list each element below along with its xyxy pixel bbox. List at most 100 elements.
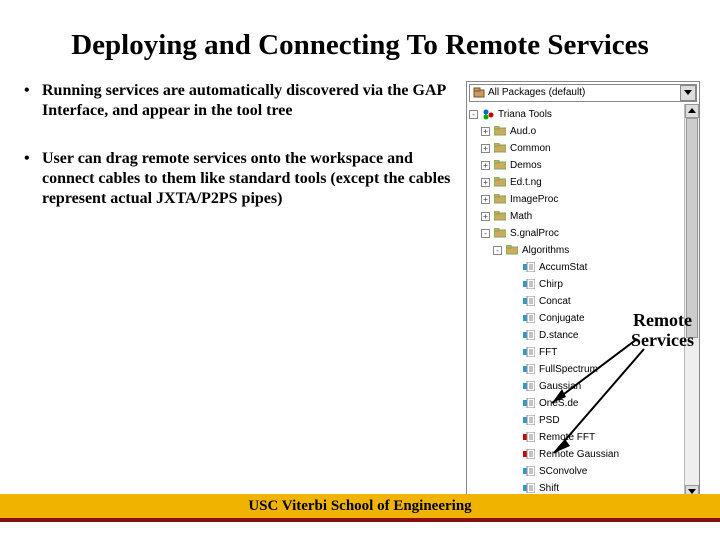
annotation-line: Services (631, 331, 694, 351)
chevron-down-icon (684, 89, 692, 97)
tool-icon (522, 397, 536, 409)
root-icon (481, 108, 495, 120)
tree-label: FFT (539, 347, 557, 358)
expand-icon[interactable]: + (481, 212, 490, 221)
tree-leaf[interactable]: Remote FFT (467, 429, 699, 446)
tree-label: FullSpectrum (539, 364, 598, 375)
folder-icon (493, 125, 507, 137)
bullet-text: User can drag remote services onto the w… (42, 149, 456, 209)
tree-label: SConvolve (539, 466, 587, 477)
package-dropdown[interactable]: All Packages (default) (469, 84, 697, 102)
folder-icon (493, 159, 507, 171)
tool-icon (522, 278, 536, 290)
folder-icon (505, 244, 519, 256)
footer-text: USC Viterbi School of Engineering (0, 494, 720, 518)
tree-leaf[interactable]: FullSpectrum (467, 361, 699, 378)
tree-label: Gaussian (539, 381, 581, 392)
tree-label: Chirp (539, 279, 563, 290)
tree-label: Math (510, 211, 532, 222)
tree-leaf[interactable]: Chirp (467, 276, 699, 293)
tool-icon (522, 482, 536, 494)
tree-label: Concat (539, 296, 571, 307)
remote-tool-icon (522, 448, 536, 460)
tree-label: Conjugate (539, 313, 585, 324)
folder-icon (493, 176, 507, 188)
tool-icon (522, 329, 536, 341)
tree-folder[interactable]: + Demos (467, 157, 699, 174)
collapse-icon[interactable]: - (493, 246, 502, 255)
expand-icon[interactable]: + (481, 161, 490, 170)
tool-tree-panel: All Packages (default) - Triana Tools + … (466, 81, 700, 500)
annotation-line: Remote (631, 311, 694, 331)
tool-icon (522, 346, 536, 358)
tool-icon (522, 295, 536, 307)
tree-label: OneS.de (539, 398, 578, 409)
tree-folder[interactable]: + Common (467, 140, 699, 157)
expand-icon[interactable]: + (481, 195, 490, 204)
footer-divider (0, 518, 720, 522)
tree-folder[interactable]: - Algorithms (467, 242, 699, 259)
tree-leaf[interactable]: SConvolve (467, 463, 699, 480)
tree-label: S.gnalProc (510, 228, 559, 239)
scrollbar-thumb[interactable] (686, 118, 698, 338)
bullet-dot: • (20, 81, 42, 121)
folder-icon (493, 142, 507, 154)
tree-label: Shift (539, 483, 559, 494)
expand-icon[interactable]: + (481, 144, 490, 153)
tool-icon (522, 414, 536, 426)
tree-leaf[interactable]: Concat (467, 293, 699, 310)
remote-tool-icon (522, 431, 536, 443)
tree-label: Remote Gaussian (539, 449, 619, 460)
content-area: • Running services are automatically dis… (0, 71, 720, 500)
tree-folder[interactable]: + Math (467, 208, 699, 225)
tree-folder[interactable]: + ImageProc (467, 191, 699, 208)
tool-icon (522, 261, 536, 273)
bullet-item: • Running services are automatically dis… (20, 81, 456, 121)
vertical-scrollbar[interactable] (684, 104, 699, 499)
folder-icon (493, 193, 507, 205)
bullet-item: • User can drag remote services onto the… (20, 149, 456, 209)
tree-label: Demos (510, 160, 542, 171)
page-title: Deploying and Connecting To Remote Servi… (0, 0, 720, 71)
tree-label: Triana Tools (498, 109, 552, 120)
tree-label: Algorithms (522, 245, 569, 256)
scroll-up-button[interactable] (685, 104, 699, 118)
collapse-icon[interactable]: - (469, 110, 478, 119)
tree-label: ImageProc (510, 194, 558, 205)
tree-leaf[interactable]: Remote Gaussian (467, 446, 699, 463)
tool-icon (522, 465, 536, 477)
collapse-icon[interactable]: - (481, 229, 490, 238)
tree-folder[interactable]: - S.gnalProc (467, 225, 699, 242)
tree-label: Remote FFT (539, 432, 595, 443)
dropdown-label: All Packages (default) (488, 87, 680, 98)
scrollbar-track[interactable] (685, 118, 699, 485)
tool-tree[interactable]: - Triana Tools + Aud.o + Common + Demos … (467, 104, 699, 499)
tree-root[interactable]: - Triana Tools (467, 106, 699, 123)
tree-leaf[interactable]: PSD (467, 412, 699, 429)
package-icon (472, 86, 486, 100)
tree-leaf[interactable]: OneS.de (467, 395, 699, 412)
tree-leaf[interactable]: AccumStat (467, 259, 699, 276)
tree-label: D.stance (539, 330, 578, 341)
bullet-dot: • (20, 149, 42, 209)
tree-folder[interactable]: + Aud.o (467, 123, 699, 140)
tree-label: AccumStat (539, 262, 587, 273)
tree-folder[interactable]: + Ed.t.ng (467, 174, 699, 191)
bullet-text: Running services are automatically disco… (42, 81, 456, 121)
tree-label: Ed.t.ng (510, 177, 542, 188)
tree-label: Aud.o (510, 126, 536, 137)
dropdown-arrow-button[interactable] (680, 85, 696, 101)
tool-icon (522, 363, 536, 375)
expand-icon[interactable]: + (481, 178, 490, 187)
folder-icon (493, 227, 507, 239)
tree-label: Common (510, 143, 551, 154)
tool-icon (522, 380, 536, 392)
folder-icon (493, 210, 507, 222)
annotation-remote-services: Remote Services (631, 311, 694, 351)
tool-icon (522, 312, 536, 324)
tree-leaf[interactable]: Gaussian (467, 378, 699, 395)
chevron-up-icon (688, 107, 696, 115)
expand-icon[interactable]: + (481, 127, 490, 136)
bullet-list: • Running services are automatically dis… (20, 81, 466, 500)
tree-label: PSD (539, 415, 560, 426)
